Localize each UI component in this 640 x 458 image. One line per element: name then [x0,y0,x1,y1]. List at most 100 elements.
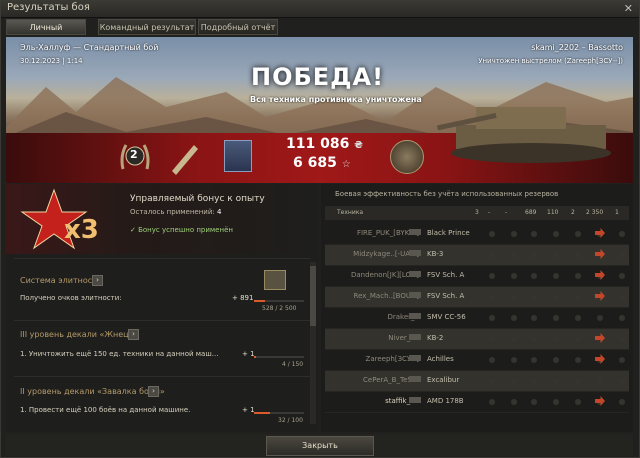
efficiency-indicator-icon[interactable] [489,273,495,279]
table-row[interactable]: Draker_1 SMV CC-56 [325,308,629,329]
close-icon[interactable]: ✕ [624,2,633,15]
efficiency-indicator-icon[interactable] [575,378,581,384]
row-player-name: staffik_21 [385,397,419,405]
tank-class-icon [409,292,421,298]
efficiency-indicator-icon[interactable] [531,399,537,405]
efficiency-indicator-icon[interactable] [511,315,517,321]
efficiency-indicator-icon[interactable] [619,378,625,384]
efficiency-indicator-icon[interactable] [575,357,581,363]
efficiency-indicator-icon[interactable] [531,273,537,279]
efficiency-indicator-icon[interactable] [597,315,603,321]
efficiency-indicator-icon[interactable] [575,252,581,258]
efficiency-indicator-icon[interactable] [511,378,517,384]
table-row[interactable]: Rex_Mach..[BOUH] FSV Sch. A [325,287,629,308]
efficiency-indicator-icon[interactable] [553,273,559,279]
col-kill[interactable]: 1 [615,209,619,216]
elite-progress-bar [254,300,304,302]
efficiency-indicator-icon[interactable] [575,399,581,405]
table-row[interactable]: Midzykage..[-UA-L] KB-3 [325,245,629,266]
efficiency-indicator-icon[interactable] [531,231,537,237]
bonus-title: Управляемый бонус к опыту [130,194,265,204]
experience-bonus-block: x3 Управляемый бонус к опыту Осталось пр… [6,184,319,254]
table-row[interactable]: CePerA_B_TeStE Excalibur [325,371,629,392]
efficiency-indicator-icon[interactable] [531,315,537,321]
tab-team-result[interactable]: Командный результат [98,19,196,35]
efficiency-indicator-icon[interactable] [619,231,625,237]
battle-result-subtitle: Вся техника противника уничтожена [250,95,422,104]
efficiency-indicator-icon[interactable] [489,336,495,342]
elite-progress-fill [254,300,265,302]
col-crit[interactable]: 2 [571,209,575,216]
efficiency-indicator-icon[interactable] [553,315,559,321]
efficiency-indicator-icon[interactable] [489,378,495,384]
col-tech[interactable]: Техника [337,209,363,216]
efficiency-indicator-icon[interactable] [511,357,517,363]
col-spot[interactable]: 110 [547,209,558,216]
col-damage[interactable]: 689 [525,209,536,216]
efficiency-indicator-icon[interactable] [511,336,517,342]
table-row[interactable]: staffik_21 AMD 178B [325,392,629,413]
efficiency-indicator-icon[interactable] [489,252,495,258]
table-row[interactable]: Zareeph[ЗСУ--] Achilles [325,350,629,371]
col-b[interactable]: - [505,209,507,216]
decal-reaper-info-button[interactable]: › [128,329,139,340]
efficiency-indicator-icon[interactable] [531,336,537,342]
efficiency-indicator-icon[interactable] [575,273,581,279]
efficiency-indicator-icon[interactable] [511,294,517,300]
row-tank-name: KB-3 [427,250,444,258]
efficiency-indicator-icon[interactable] [553,357,559,363]
title-bar: Результаты боя ✕ [1,1,639,18]
efficiency-indicator-icon[interactable] [575,231,581,237]
efficiency-indicator-icon[interactable] [619,315,625,321]
efficiency-indicator-icon[interactable] [511,231,517,237]
table-row[interactable]: FIRE_PUK_[BYKPr] Black Prince [325,224,629,245]
battle-result-title: ПОБЕДА! [251,63,385,91]
efficiency-indicator-icon[interactable] [553,399,559,405]
tab-detailed-report[interactable]: Подробный отчёт [198,19,278,35]
efficiency-indicator-icon[interactable] [619,399,625,405]
efficiency-indicator-icon[interactable] [553,294,559,300]
close-button[interactable]: Закрыть [266,436,374,456]
col-a[interactable]: - [488,209,490,216]
col-kills[interactable]: 3 [475,209,479,216]
tank-class-icon [409,250,421,256]
efficiency-indicator-icon[interactable] [531,252,537,258]
col-assist[interactable]: 2 350 [586,209,603,216]
efficiency-indicator-icon[interactable] [489,294,495,300]
elite-info-button[interactable]: › [92,275,103,286]
efficiency-indicator-icon[interactable] [489,399,495,405]
efficiency-indicator-icon[interactable] [619,357,625,363]
tab-personal-result[interactable]: Личный результат [6,19,86,48]
progress-scrollbar[interactable] [310,262,316,424]
scrollbar-thumb[interactable] [310,266,316,326]
achievement-medal-icon [224,140,252,172]
efficiency-indicator-icon[interactable] [489,315,495,321]
efficiency-indicator-icon[interactable] [553,336,559,342]
efficiency-indicator-icon[interactable] [553,231,559,237]
efficiency-indicator-icon[interactable] [489,231,495,237]
row-tank-name: AMD 178B [427,397,464,405]
efficiency-indicator-icon[interactable] [531,357,537,363]
efficiency-indicator-icon[interactable] [619,294,625,300]
efficiency-indicator-icon[interactable] [619,273,625,279]
efficiency-indicator-icon[interactable] [597,378,603,384]
efficiency-indicator-icon[interactable] [489,357,495,363]
decal-battle-task: 1. Провести ещё 100 боёв на данной машин… [20,406,191,414]
table-row[interactable]: Dandenon[JK][LON] FSV Sch. A [325,266,629,287]
efficiency-indicator-icon[interactable] [619,336,625,342]
efficiency-indicator-icon[interactable] [553,252,559,258]
efficiency-indicator-icon[interactable] [511,273,517,279]
efficiency-indicator-icon[interactable] [511,399,517,405]
efficiency-indicator-icon[interactable] [531,294,537,300]
window-title: Результаты боя [7,2,90,13]
efficiency-indicator-icon[interactable] [575,315,581,321]
efficiency-indicator-icon[interactable] [531,378,537,384]
efficiency-indicator-icon[interactable] [575,294,581,300]
efficiency-indicator-icon[interactable] [553,378,559,384]
decal-battle-info-button[interactable]: › [148,386,159,397]
efficiency-indicator-icon[interactable] [619,252,625,258]
table-row[interactable]: Niver_BY KB-2 [325,329,629,350]
row-player-name: FIRE_PUK_[BYKPr] [356,229,419,237]
efficiency-indicator-icon[interactable] [511,252,517,258]
efficiency-indicator-icon[interactable] [575,336,581,342]
